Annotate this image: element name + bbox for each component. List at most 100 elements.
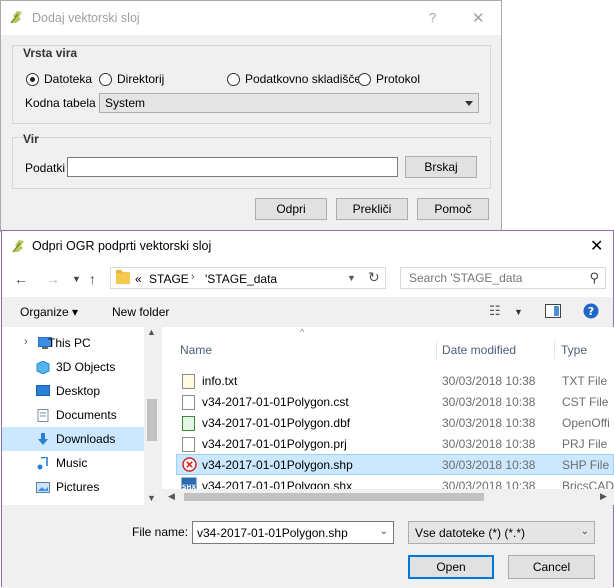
browse-button[interactable]: Brskaj — [405, 156, 477, 178]
file-row[interactable]: v34-2017-01-01Polygon.prj 30/03/2018 10:… — [176, 433, 614, 454]
file-dialog-titlebar: Odpri OGR podprti vektorski sloj ✕ — [2, 231, 613, 261]
file-list-horizontal-scrollbar[interactable]: ◀ ▶ — [162, 489, 614, 505]
source-type-title: Vrsta vira — [23, 46, 78, 60]
horizontal-scroll-thumb[interactable] — [184, 493, 484, 501]
radio-directory-label: Direktorij — [117, 72, 165, 86]
column-header-type[interactable]: Type — [561, 343, 587, 357]
qgis-close-icon[interactable]: ✕ — [472, 9, 485, 27]
filetype-select[interactable]: Vse datoteke (*) (*.*) ⌄ — [408, 521, 595, 544]
file-type: CST File — [562, 395, 609, 409]
file-icon — [182, 395, 195, 410]
file-date: 30/03/2018 10:38 — [442, 374, 536, 388]
qgis-cancel-button[interactable]: Prekliči — [336, 198, 408, 220]
file-date: 30/03/2018 10:38 — [442, 458, 536, 472]
help-icon[interactable]: ? — [583, 303, 599, 322]
forward-arrow-icon[interactable]: → — [46, 271, 60, 287]
navigation-scroll-thumb[interactable] — [147, 399, 157, 441]
chevron-down-icon[interactable]: ▼ — [72, 274, 81, 284]
scroll-down-icon[interactable]: ▼ — [147, 493, 156, 503]
folder-icon — [116, 270, 130, 284]
navigation-scrollbar[interactable]: ▲ ▼ — [144, 327, 160, 505]
nav-item-desktop[interactable]: Desktop — [2, 379, 144, 403]
chevron-down-icon — [465, 101, 473, 106]
chevron-right-icon: › — [191, 271, 195, 283]
file-date: 30/03/2018 10:38 — [442, 395, 536, 409]
dataset-input[interactable] — [67, 157, 398, 177]
address-bar[interactable]: « STAGE › 'STAGE_data — [110, 267, 386, 289]
file-dialog-footer: File name: v34-2017-01-01Polygon.shp ⌄ V… — [2, 505, 613, 588]
radio-file-indicator — [26, 72, 39, 86]
radio-file[interactable]: Datoteka — [26, 72, 92, 86]
file-row-selected[interactable]: v34-2017-01-01Polygon.shp 30/03/2018 10:… — [176, 454, 614, 475]
file-row[interactable]: v34-2017-01-01Polygon.cst 30/03/2018 10:… — [176, 391, 614, 412]
encoding-value: System — [105, 96, 146, 110]
breadcrumb-stage-data[interactable]: 'STAGE_data — [205, 272, 277, 286]
scroll-right-icon[interactable]: ▶ — [600, 491, 607, 502]
nav-item-label: Desktop — [56, 384, 101, 398]
qgis-help-icon[interactable]: ? — [429, 10, 436, 25]
open-button[interactable]: Open — [408, 555, 494, 579]
file-name: info.txt — [202, 374, 238, 388]
qgis-help-button[interactable]: Pomoč — [417, 198, 489, 220]
nav-item-3d-objects[interactable]: 3D Objects — [2, 355, 144, 379]
radio-file-label: Datoteka — [44, 72, 93, 86]
spreadsheet-icon — [182, 416, 195, 431]
svg-text:?: ? — [588, 305, 594, 318]
file-icon — [182, 437, 195, 452]
file-row[interactable]: info.txt 30/03/2018 10:38 TXT File — [176, 370, 614, 391]
radio-protocol-label: Protokol — [376, 72, 421, 86]
new-folder-button[interactable]: New folder — [112, 305, 169, 319]
nav-item-pictures[interactable]: Pictures — [2, 475, 144, 499]
breadcrumb-stage[interactable]: STAGE — [149, 272, 189, 286]
expand-chevron-icon[interactable]: › — [24, 336, 28, 348]
nav-item-downloads[interactable]: Downloads — [2, 427, 144, 451]
nav-item-label: This PC — [48, 336, 91, 350]
column-header-name[interactable]: Name — [180, 343, 212, 357]
address-overflow[interactable]: « — [135, 272, 142, 286]
file-dialog-close-icon[interactable]: ✕ — [590, 236, 603, 256]
chevron-down-icon[interactable]: ⌄ — [380, 526, 388, 537]
chevron-down-icon: ⌄ — [580, 526, 589, 537]
qgis-logo-icon — [12, 240, 24, 253]
scroll-up-icon[interactable]: ▲ — [147, 327, 156, 337]
nav-item-music[interactable]: Music — [2, 451, 144, 475]
radio-database-indicator — [227, 72, 240, 86]
shp-error-icon — [182, 457, 197, 472]
column-divider[interactable] — [554, 341, 555, 359]
radio-directory-indicator — [99, 72, 112, 86]
nav-item-this-pc[interactable]: › This PC — [2, 331, 144, 355]
file-row[interactable]: v34-2017-01-01Polygon.dbf 30/03/2018 10:… — [176, 412, 614, 433]
column-header-date[interactable]: Date modified — [442, 343, 516, 357]
search-input[interactable]: Search 'STAGE_data ⚲ — [400, 267, 606, 289]
file-name: v34-2017-01-01Polygon.prj — [202, 437, 347, 451]
encoding-label: Kodna tabela — [25, 96, 96, 110]
cancel-button[interactable]: Cancel — [508, 555, 595, 579]
radio-protocol[interactable]: Protokol — [358, 72, 420, 86]
nav-item-label: 3D Objects — [56, 360, 116, 374]
qgis-open-button[interactable]: Odpri — [255, 198, 327, 220]
organize-button[interactable]: Organize ▾ — [20, 305, 78, 319]
scroll-left-icon[interactable]: ◀ — [168, 491, 175, 502]
nav-item-label: Documents — [56, 408, 117, 422]
file-type: OpenOffi — [562, 416, 610, 430]
sort-ascending-icon: ^ — [300, 327, 305, 337]
back-arrow-icon[interactable]: ← — [14, 271, 28, 287]
encoding-select[interactable]: System — [99, 93, 479, 113]
radio-database[interactable]: Podatkovno skladišče — [227, 72, 361, 86]
filename-input[interactable]: v34-2017-01-01Polygon.shp ⌄ — [192, 521, 394, 544]
column-divider[interactable] — [436, 341, 437, 359]
file-dialog-title: Odpri OGR podprti vektorski sloj — [32, 239, 212, 253]
radio-database-label: Podatkovno skladišče — [245, 72, 362, 86]
preview-pane-icon[interactable] — [545, 304, 561, 321]
refresh-icon[interactable]: ↻ — [368, 269, 380, 286]
up-arrow-icon[interactable]: ↑ — [89, 271, 96, 287]
view-list-icon[interactable]: ☷ — [489, 303, 501, 319]
filename-label: File name: — [132, 525, 189, 539]
file-name: v34-2017-01-01Polygon.cst — [202, 395, 349, 409]
documents-icon — [37, 409, 49, 422]
nav-item-documents[interactable]: Documents — [2, 403, 144, 427]
chevron-down-icon[interactable]: ▼ — [514, 307, 523, 317]
address-dropdown-icon[interactable]: ▼ — [347, 273, 356, 283]
radio-directory[interactable]: Direktorij — [99, 72, 164, 86]
file-name: v34-2017-01-01Polygon.shp — [202, 458, 353, 472]
